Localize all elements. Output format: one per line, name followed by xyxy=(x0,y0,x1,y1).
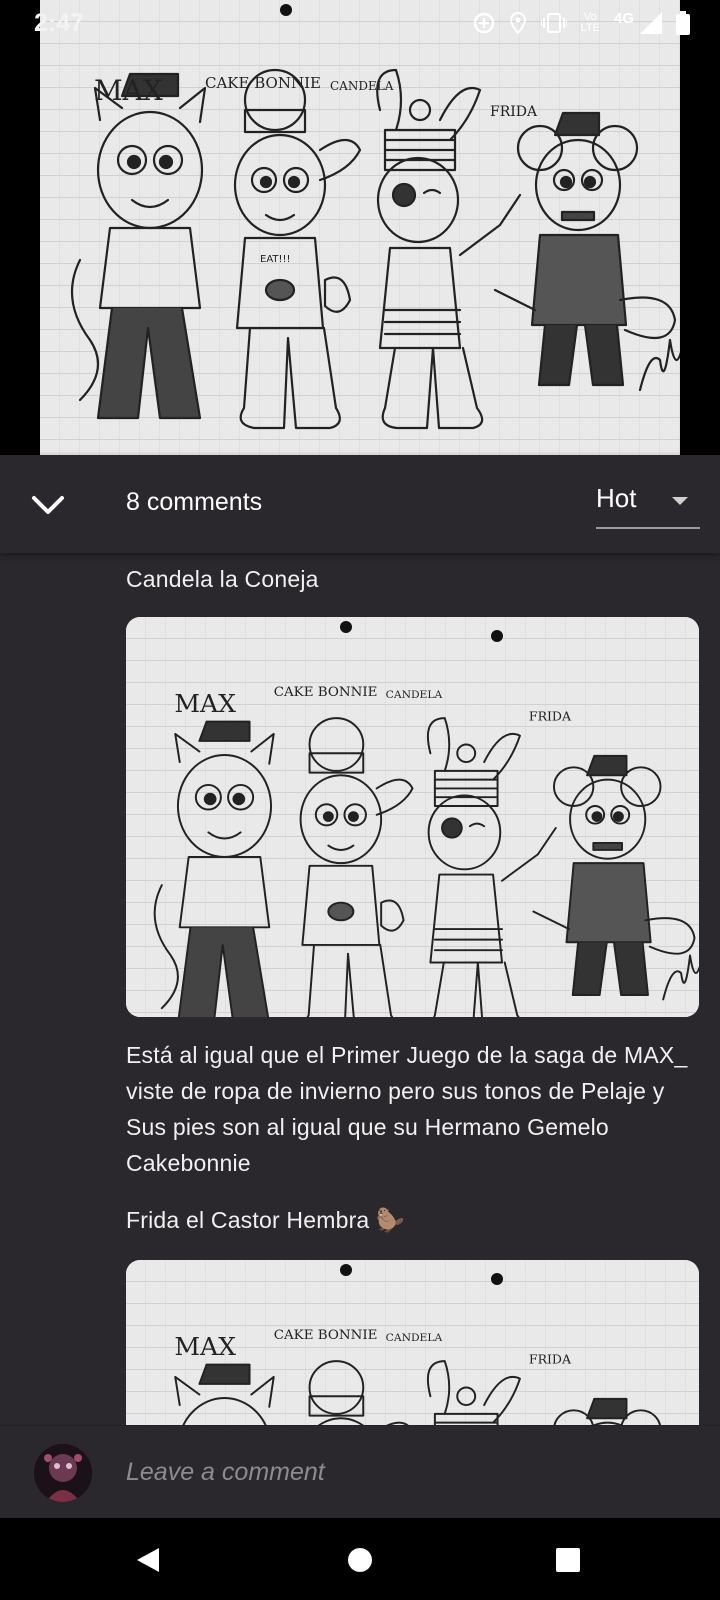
chevron-down-icon xyxy=(32,496,64,514)
drawing-paper: MAX CAKE BONNIE CANDELA FRIDA EAT!!! xyxy=(40,0,680,455)
location-icon xyxy=(509,12,526,34)
drawing-label-frida: FRIDA xyxy=(490,104,538,120)
signal-icon xyxy=(640,12,662,34)
drawing-label-candela: CANDELA xyxy=(386,688,443,701)
vibrate-icon xyxy=(540,13,567,33)
post-image-1[interactable]: MAX CAKE BONNIE CANDELA FRIDA xyxy=(126,617,699,1017)
battery-icon xyxy=(676,11,690,35)
data-saver-icon xyxy=(473,12,494,34)
drawing-label-cakebonnie: CAKE BONNIE xyxy=(205,74,321,92)
paper-hole xyxy=(340,1264,352,1276)
comments-count-label: 8 comments xyxy=(126,488,263,516)
drawing-label-candela: CANDELA xyxy=(330,79,394,93)
drawing-label-cakebonnie: CAKE BONNIE xyxy=(274,685,378,700)
character-drawing: MAX CAKE BONNIE CANDELA FRIDA EAT!!! xyxy=(70,68,680,430)
paper-hole xyxy=(491,1273,503,1285)
sort-dropdown[interactable]: Hot xyxy=(596,479,700,529)
comment-composer xyxy=(0,1425,720,1518)
nav-back-button[interactable] xyxy=(128,1540,168,1580)
dropdown-caret-icon xyxy=(672,497,688,505)
status-icons: Vo LTE 4G xyxy=(473,9,690,35)
status-time: 2:47 xyxy=(34,8,85,37)
drawing-label-frida: FRIDA xyxy=(529,709,572,724)
drawing-label-max: MAX xyxy=(174,689,236,718)
system-nav-bar xyxy=(0,1518,720,1600)
user-avatar-image xyxy=(34,1444,92,1502)
drawing-label-candela: CANDELA xyxy=(386,1331,443,1344)
nav-recents-button[interactable] xyxy=(548,1540,588,1580)
heading-frida: Frida el Castor Hembra 🦫 xyxy=(126,1207,405,1233)
drawing-paper: MAX CAKE BONNIE CANDELA FRIDA xyxy=(126,1260,699,1425)
drawing-shirt-text: EAT!!! xyxy=(260,254,291,265)
status-bar: 2:47 Vo LTE 4G xyxy=(0,0,720,46)
avatar[interactable] xyxy=(34,1444,92,1502)
paper-hole xyxy=(491,630,503,642)
nav-home-button[interactable] xyxy=(340,1540,380,1580)
drawing-label-frida: FRIDA xyxy=(529,1352,572,1367)
post-image-2[interactable]: MAX CAKE BONNIE CANDELA FRIDA xyxy=(126,1260,699,1425)
collapse-comments-button[interactable] xyxy=(28,485,68,525)
comments-header: 8 comments Hot xyxy=(0,455,720,553)
volte-icon: Vo LTE xyxy=(580,11,600,34)
back-icon xyxy=(137,1548,159,1572)
heading-candela: Candela la Coneja xyxy=(126,566,319,592)
drawing-label-max: MAX xyxy=(94,74,163,107)
sort-selected-value: Hot xyxy=(596,483,637,513)
home-icon xyxy=(348,1548,372,1572)
drawing-paper: MAX CAKE BONNIE CANDELA FRIDA xyxy=(126,617,699,1017)
paper-hole xyxy=(340,621,352,633)
post-content: Candela la Coneja MAX CAKE BONNIE CANDEL… xyxy=(0,553,720,1425)
candela-description: Está al igual que el Primer Juego de la … xyxy=(126,1042,688,1176)
drawing-label-max: MAX xyxy=(174,1332,236,1361)
comment-input[interactable] xyxy=(126,1452,686,1492)
network-type-label: 4G xyxy=(613,9,634,27)
recents-icon xyxy=(556,1548,580,1572)
drawing-label-cakebonnie: CAKE BONNIE xyxy=(274,1328,378,1343)
post-hero-image[interactable]: MAX CAKE BONNIE CANDELA FRIDA EAT!!! 2:4… xyxy=(0,0,720,455)
character-drawing: MAX CAKE BONNIE CANDELA FRIDA xyxy=(153,685,699,1017)
character-drawing: MAX CAKE BONNIE CANDELA FRIDA xyxy=(153,1328,699,1425)
